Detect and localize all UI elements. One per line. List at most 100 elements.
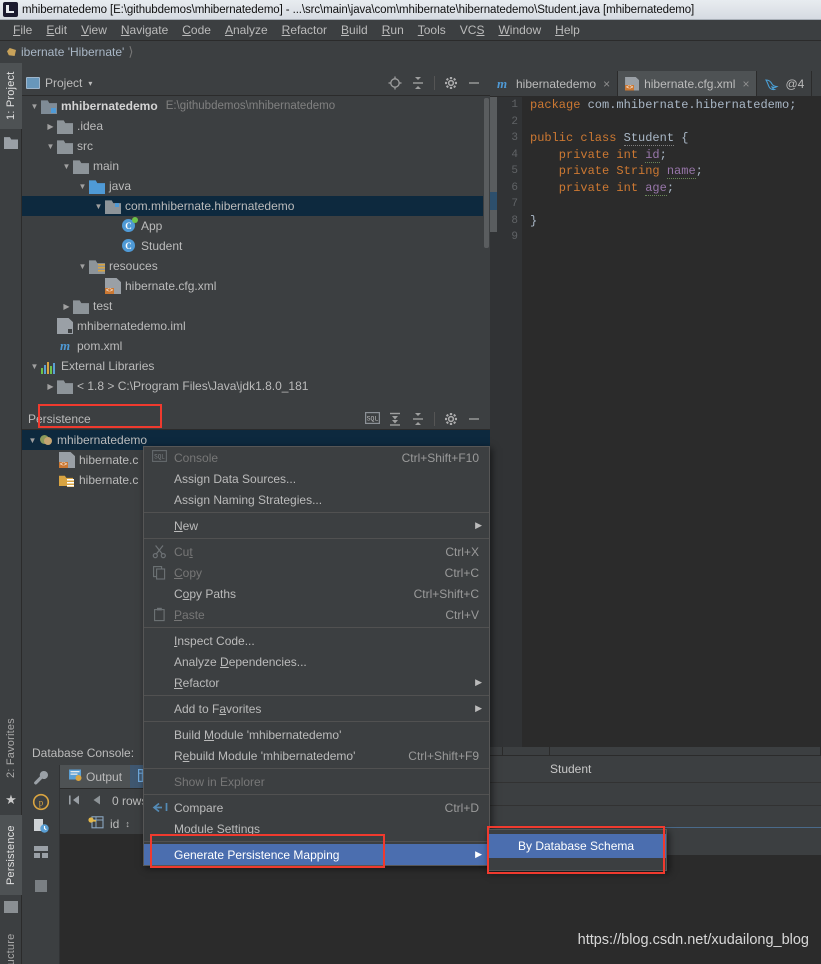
context-submenu[interactable]: By Database Schema [487,829,667,871]
menu-item-rebuild-module-mhibernatedemo[interactable]: Rebuild Module 'mhibernatedemo' Ctrl+Shif… [144,745,489,766]
chevron-down-icon[interactable]: ▼ [76,262,89,271]
menu-item-show-in-explorer[interactable]: Show in Explorer [144,771,489,792]
tree-row[interactable]: ▼ main [22,156,490,176]
tab-output[interactable]: Output [60,765,131,788]
menu-tools[interactable]: Tools [411,21,453,39]
menu-run[interactable]: Run [375,21,411,39]
menu-help[interactable]: Help [548,21,587,39]
menu-item-analyze-dependencies[interactable]: Analyze Dependencies... [144,651,489,672]
editor-tab[interactable]: m hibernatedemo × [490,71,619,96]
split-view-icon[interactable] [32,843,50,861]
menu-item-generate-persistence-mapping[interactable]: Generate Persistence Mapping ▶ [144,844,489,865]
submenu-item-by-database-schema[interactable]: By Database Schema [488,834,666,858]
menu-edit[interactable]: Edit [39,21,74,39]
close-icon[interactable]: × [742,77,749,91]
source-code[interactable]: package com.mhibernate.hibernatedemo; pu… [530,97,796,246]
menu-vcs[interactable]: VCS [453,21,492,39]
menu-item-label: Inspect Code... [174,633,255,648]
folder-icon[interactable] [4,137,18,149]
menu-item-paste[interactable]: Paste Ctrl+V [144,604,489,625]
grid-column-id[interactable]: id [110,817,119,831]
collapse-all-icon[interactable] [411,412,425,426]
gear-icon[interactable] [444,412,458,426]
chevron-down-icon[interactable]: ▼ [26,436,39,445]
editor-tab[interactable]: @4 [757,71,813,96]
menu-item-console[interactable]: SQL Console Ctrl+Shift+F10 [144,447,489,468]
chevron-down-icon[interactable]: ▼ [44,142,57,151]
chevron-down-icon[interactable]: ▼ [28,102,41,111]
chevron-right-icon[interactable]: ▶ [60,302,73,311]
wrench-icon[interactable] [32,769,50,787]
chevron-right-icon[interactable]: ▶ [44,382,57,391]
editor-tab[interactable]: hibernate.cfg.xml × [618,71,758,96]
editor-marker-scrollbar[interactable] [490,97,497,747]
chevron-down-icon[interactable]: ▼ [92,202,105,211]
menu-item-build-module-mhibernatedemo[interactable]: Build Module 'mhibernatedemo' [144,724,489,745]
menu-item-module-settings[interactable]: Module Settings [144,818,489,839]
sidebar-item-project[interactable]: 1: Project [0,63,22,129]
code-editor[interactable]: 1 2 3 4 5 6 7 8 9 package com.mhibernate.hiberna… [490,97,821,747]
p-badge-icon[interactable]: p [32,793,50,811]
menu-item-copy-paths[interactable]: Copy Paths Ctrl+Shift+C [144,583,489,604]
tree-row[interactable]: ▼ com.mhibernate.hibernatedemo [22,196,490,216]
tree-row[interactable]: m pom.xml [22,336,490,356]
chevron-down-icon[interactable]: ▾ [88,79,92,88]
tree-row[interactable]: ▶ test [22,296,490,316]
project-tree[interactable]: ▼ mhibernatedemo E:\githubdemos\mhibernate… [22,96,490,405]
collapse-all-icon[interactable] [411,76,425,90]
grid-icon[interactable] [4,901,18,913]
hide-icon[interactable] [467,76,481,90]
sort-icon[interactable]: ↕ [125,819,130,829]
tree-row[interactable]: hibernate.cfg.xml [22,276,490,296]
expand-all-icon[interactable] [388,412,402,426]
menu-item-assign-data-sources[interactable]: Assign Data Sources... [144,468,489,489]
menu-item-assign-naming-strategies[interactable]: Assign Naming Strategies... [144,489,489,510]
project-tree-scrollbar[interactable] [483,96,490,405]
chevron-down-icon[interactable]: ▼ [60,162,73,171]
context-menu[interactable]: SQL Console Ctrl+Shift+F10 Assign Data Sour… [143,446,490,866]
menu-navigate[interactable]: Navigate [114,21,175,39]
tree-row[interactable]: ▼ External Libraries [22,356,490,376]
close-icon[interactable]: × [603,77,610,91]
locate-target-icon[interactable] [388,76,402,90]
tree-row[interactable]: ▼ mhibernatedemo E:\githubdemos\mhibernate… [22,96,490,116]
menu-analyze[interactable]: Analyze [218,21,275,39]
menu-build[interactable]: Build [334,21,375,39]
tree-row[interactable]: C App [22,216,490,236]
breadcrumb[interactable]: ibernate 'Hibernate' [6,45,124,59]
chevron-down-icon[interactable]: ▼ [28,362,41,371]
chevron-right-icon[interactable]: ▶ [44,122,57,131]
menu-item-inspect-code[interactable]: Inspect Code... [144,630,489,651]
code-token: { [674,131,689,145]
menu-view[interactable]: View [74,21,114,39]
tree-row[interactable]: ▶ .idea [22,116,490,136]
chevron-down-icon[interactable]: ▼ [76,182,89,191]
menu-refactor[interactable]: Refactor [275,21,334,39]
stop-icon[interactable] [32,877,50,895]
tree-row[interactable]: ▼ java [22,176,490,196]
star-icon[interactable]: ★ [4,793,18,807]
sidebar-item-persistence[interactable]: Persistence [0,815,22,895]
refresh-document-icon[interactable] [32,817,50,835]
menu-item-copy[interactable]: Copy Ctrl+C [144,562,489,583]
hide-icon[interactable] [467,412,481,426]
gear-icon[interactable] [444,76,458,90]
menu-item-cut[interactable]: Cut Ctrl+X [144,541,489,562]
tree-row[interactable]: C Student [22,236,490,256]
first-page-icon[interactable] [68,794,82,809]
prev-page-icon[interactable] [90,794,104,809]
tree-row[interactable]: ▶ < 1.8 > C:\Program Files\Java\jdk1.8.0_… [22,376,490,396]
menu-window[interactable]: Window [491,21,548,39]
tree-row[interactable]: ▼ resouces [22,256,490,276]
menu-file[interactable]: File [6,21,39,39]
menu-item-refactor[interactable]: Refactor ▶ [144,672,489,693]
menu-code[interactable]: Code [175,21,218,39]
tree-row[interactable]: ▼ src [22,136,490,156]
menu-item-add-to-favorites[interactable]: Add to Favorites ▶ [144,698,489,719]
sql-console-icon[interactable]: SQL [365,411,380,426]
menu-item-compare[interactable]: Compare Ctrl+D [144,797,489,818]
sidebar-item-structure[interactable]: Structure [0,921,22,964]
tree-row[interactable]: mhibernatedemo.iml [22,316,490,336]
sidebar-item-favorites[interactable]: 2: Favorites [0,709,22,787]
menu-item-new[interactable]: New ▶ [144,515,489,536]
